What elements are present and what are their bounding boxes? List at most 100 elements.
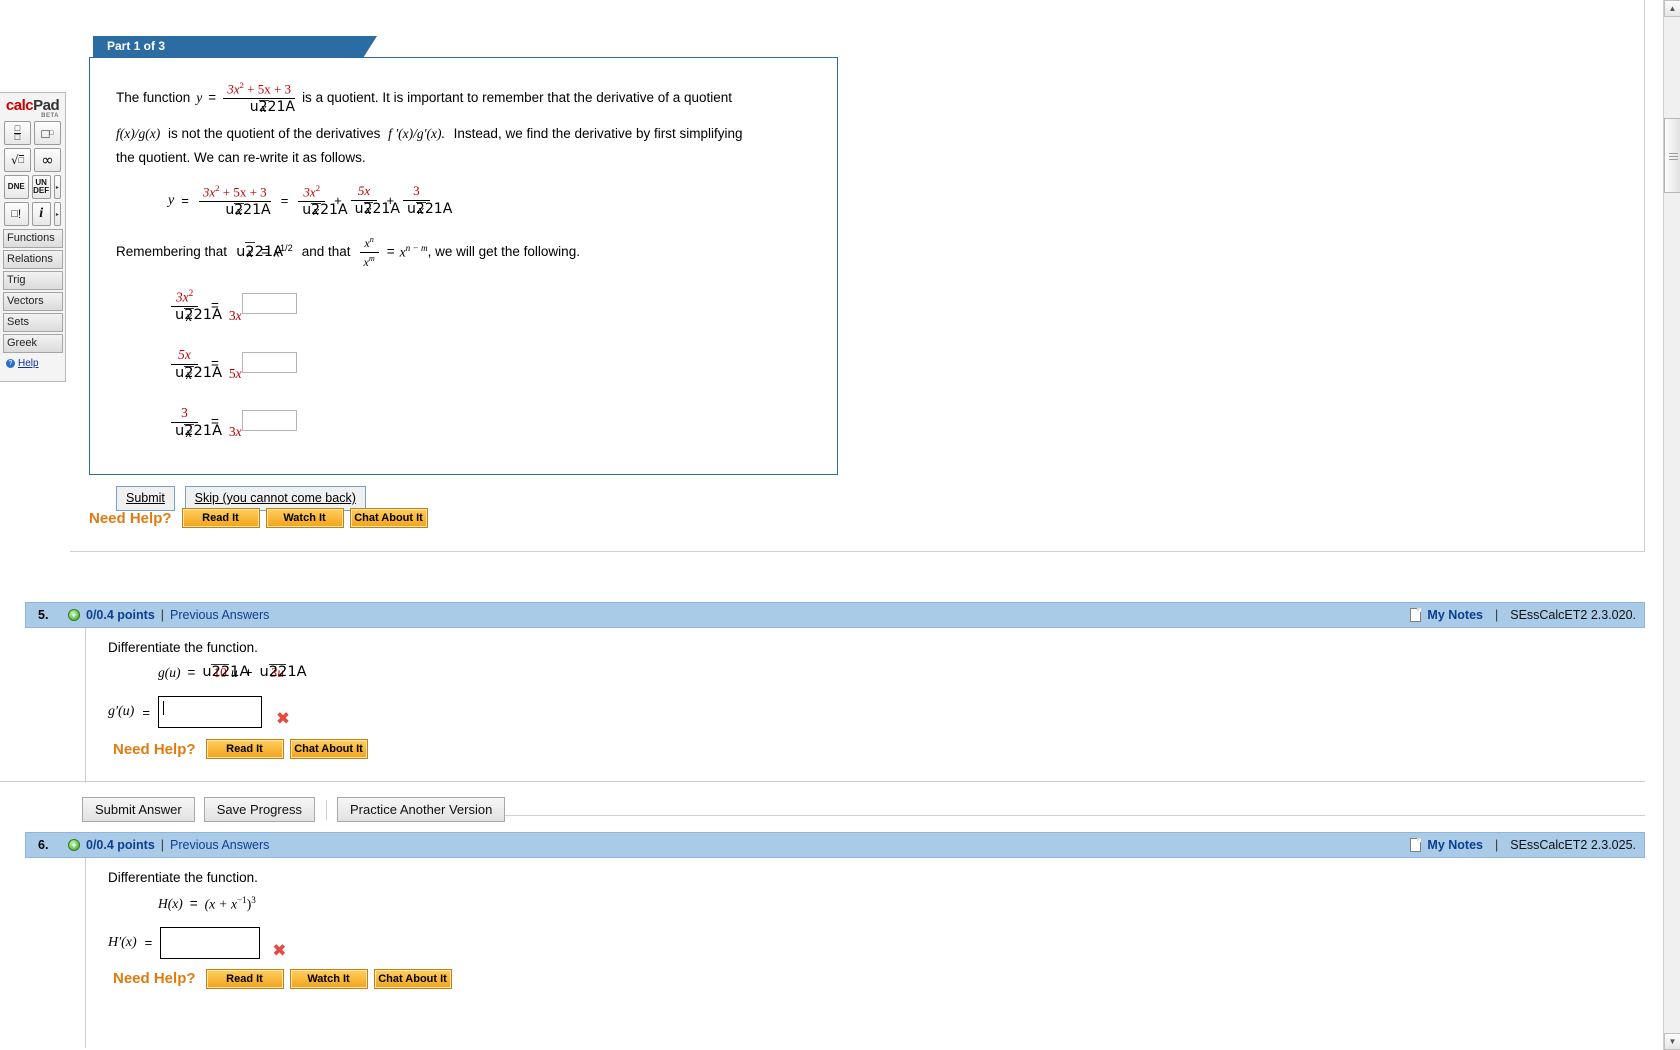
calcpad-category-greek[interactable]: Greek (3, 334, 63, 353)
question-6-answer-label: H'(x) (108, 934, 137, 950)
part-rem-equals-2: = (386, 244, 395, 260)
part-eq-equals-2: = (280, 193, 289, 209)
part-intro-line: The function y = 3x2 + 5x + 3 x is a quo… (116, 80, 837, 116)
part-eq-term-full: 3x2 + 5x + 3 x (198, 183, 271, 219)
expand-plus-icon[interactable]: + (68, 839, 80, 851)
save-progress-button[interactable]: Save Progress (203, 797, 315, 822)
infinity-button[interactable]: ∞ (34, 148, 61, 172)
part-row2-answer-input[interactable] (241, 352, 297, 374)
calcpad-help-label: Help (18, 358, 39, 369)
question-5-answer-label: g'(u) (108, 704, 135, 719)
note-page-icon (1410, 838, 1422, 852)
calcpad-category-trig[interactable]: Trig (3, 271, 63, 290)
part-intro-lead: The function (116, 89, 191, 105)
question-6-header: 6. + 0/0.4 points | Previous Answers My … (25, 832, 1645, 858)
question-5-answer-input[interactable] (157, 696, 262, 728)
part-intro-tail: is a quotient. It is important to rememb… (302, 89, 733, 105)
question-6-fn-body: (x + x−1)3 (204, 895, 256, 912)
undefined-button[interactable]: UN DEF (31, 175, 51, 199)
part-row2-fraction: 5x x (171, 347, 222, 382)
part-intro-frac-denominator: x (223, 99, 295, 116)
scrollbar-thumb[interactable] (1664, 118, 1680, 193)
part-line2: f(x)/g(x) is not the quotient of the der… (116, 124, 837, 144)
square-root-button[interactable]: √ □ (4, 148, 31, 172)
question-6-code: SEssCalcET2 2.3.025. (1510, 838, 1636, 852)
submit-answer-button[interactable]: Submit Answer (82, 797, 195, 822)
question-6-read-it-button[interactable]: Read It (205, 968, 284, 989)
question-6: 6. + 0/0.4 points | Previous Answers My … (25, 832, 1645, 1048)
question-6-need-help: Need Help? Read It Watch It Chat About I… (113, 968, 1645, 989)
part-row1-fraction: 3x2 x (171, 288, 222, 325)
question-5-header-right: My Notes | SEssCalcET2 2.3.020. (1410, 608, 1636, 622)
scroll-down-arrow-icon[interactable]: ▼ (1664, 1033, 1680, 1050)
question-5-chat-about-it-button[interactable]: Chat About It (289, 739, 368, 759)
question-5-my-notes-link[interactable]: My Notes (1427, 608, 1483, 622)
part-row1-answer-input[interactable] (241, 293, 297, 315)
calcpad-help-link[interactable]: ? Help (2, 355, 63, 369)
part-rem-b: and that (301, 244, 351, 260)
question-6-my-notes-link[interactable]: My Notes (1427, 838, 1483, 852)
action-divider (325, 799, 327, 820)
question-6-watch-it-button[interactable]: Watch It (289, 968, 368, 989)
calcpad-category-functions[interactable]: Functions (3, 229, 63, 248)
scroll-up-glyph: ▲ (1668, 4, 1677, 13)
part-line3: the quotient. We can re-write it as foll… (116, 150, 366, 166)
practice-another-version-button[interactable]: Practice Another Version (336, 797, 506, 822)
scroll-down-glyph: ▼ (1668, 1037, 1677, 1046)
dne-button[interactable]: DNE (4, 175, 29, 199)
action-bar-divider (505, 815, 1645, 816)
calcpad-category-vectors[interactable]: Vectors (3, 292, 63, 311)
question-6-fn-name: H(x) (158, 895, 183, 911)
part-eq-y: y (168, 193, 175, 209)
exponent-button[interactable]: □ □ (34, 121, 61, 145)
part-read-it-button[interactable]: Read It (181, 508, 260, 528)
question-5-function: g(u) = 10 u + 3u (158, 663, 1645, 681)
part-tab[interactable]: Part 1 of 3 (93, 36, 377, 58)
factorial-button[interactable]: □! (4, 202, 29, 226)
part-row2-coefficient: 5x (228, 365, 242, 381)
question-6-chat-about-it-button[interactable]: Chat About It (373, 968, 452, 989)
scroll-up-arrow-icon[interactable]: ▲ (1664, 0, 1680, 17)
question-5-need-help-label: Need Help? (113, 740, 196, 758)
calcpad-logo-pad: Pad (33, 97, 60, 114)
part-answer-row-3: 3 x = 3x (168, 405, 837, 440)
part-row3-answer-input[interactable] (241, 410, 297, 432)
part-intro-equals: = (208, 89, 217, 105)
part-chat-about-it-button[interactable]: Chat About It (349, 508, 428, 528)
more-symbols-arrow-icon[interactable]: ▸ (53, 202, 61, 226)
question-6-number: 6. (38, 838, 49, 852)
more-constants-arrow-icon[interactable]: ▸ (53, 175, 61, 199)
part-rem-fraction: xn xm (359, 235, 379, 270)
question-5-read-it-button[interactable]: Read It (205, 739, 284, 759)
calcpad-button-grid: □ □ □ □ √ □ ∞ DNE UN DEF ▸ □! i ▸ (2, 119, 63, 226)
calcpad-logo-calc: calc (5, 97, 34, 114)
part-rem-result: xn − m (399, 242, 428, 260)
part-rem-c: , we will get the following. (427, 244, 580, 260)
help-icon: ? (6, 359, 15, 368)
vertical-scrollbar[interactable]: ▲ ▼ (1663, 0, 1680, 1050)
expand-plus-icon[interactable]: + (68, 609, 80, 621)
part-tab-label: Part 1 of 3 (107, 39, 166, 53)
question-5-previous-answers-link[interactable]: Previous Answers (170, 608, 269, 622)
fraction-button[interactable]: □ □ (4, 121, 31, 145)
question-5-points: 0/0.4 points (86, 608, 155, 622)
question-5-need-help: Need Help? Read It Chat About It (113, 739, 1645, 759)
imaginary-unit-button[interactable]: i (31, 202, 51, 226)
part-watch-it-button[interactable]: Watch It (265, 508, 344, 528)
question-5-separator-2: | (1494, 608, 1499, 622)
question-6-answer-input[interactable] (160, 926, 261, 959)
question-5-action-bar: Submit Answer Save Progress Practice Ano… (82, 797, 1645, 822)
part-eq-term-1: 3x2 x (298, 183, 347, 219)
calcpad-category-sets[interactable]: Sets (3, 313, 63, 332)
calcpad-category-relations[interactable]: Relations (3, 250, 63, 269)
note-page-icon (1410, 608, 1422, 622)
calcpad-category-list: Functions Relations Trig Vectors Sets Gr… (2, 229, 63, 353)
text-caret (162, 701, 164, 715)
question-6-previous-answers-link[interactable]: Previous Answers (170, 838, 269, 852)
part-line2-b: is not the quotient of the derivatives (167, 126, 381, 142)
question-5-answer-equals: = (142, 704, 150, 720)
part-eq-equals-1: = (181, 193, 189, 209)
question-6-separator-2: | (1494, 838, 1499, 852)
part-answer-row-1: 3x2 x = 3x (168, 288, 837, 325)
question-5-answer-row: g'(u) = ✖ (108, 695, 1645, 729)
